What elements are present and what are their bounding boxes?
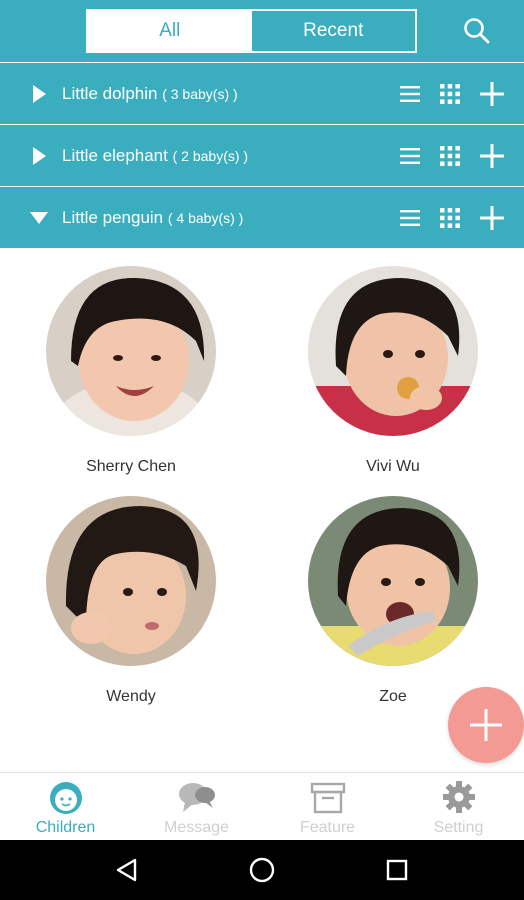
grid-icon	[440, 207, 460, 228]
bottom-navigation: Children Message Feature Setting	[0, 772, 524, 840]
baby-card[interactable]: Sherry Chen	[31, 266, 231, 476]
nav-label: Message	[164, 819, 229, 836]
group-label: Little penguin ( 4 baby(s) )	[62, 208, 243, 228]
nav-label: Children	[35, 819, 96, 836]
group-row-little-penguin[interactable]: Little penguin ( 4 baby(s) )	[0, 187, 524, 248]
back-icon	[117, 858, 137, 882]
plus-icon	[480, 81, 504, 106]
grid-view-button[interactable]	[438, 82, 462, 106]
grid-icon	[440, 83, 460, 104]
group-actions	[398, 204, 506, 232]
plus-icon	[480, 205, 504, 230]
home-button[interactable]	[242, 850, 282, 890]
system-navigation-bar	[0, 840, 524, 900]
list-view-button[interactable]	[398, 144, 422, 168]
collapse-arrow-icon[interactable]	[28, 207, 50, 229]
grid-icon	[440, 145, 460, 166]
baby-avatar	[308, 266, 478, 436]
grid-view-button[interactable]	[438, 206, 462, 230]
top-bar: All Recent	[0, 0, 524, 62]
baby-avatar	[46, 496, 216, 666]
grid-view-button[interactable]	[438, 144, 462, 168]
filter-all-tab[interactable]: All	[88, 11, 252, 51]
plus-icon	[480, 143, 504, 168]
group-name: Little elephant	[62, 145, 168, 165]
group-count: ( 3 baby(s) )	[162, 85, 238, 102]
baby-name: Wendy	[106, 688, 156, 705]
group-label: Little dolphin ( 3 baby(s) )	[62, 84, 238, 104]
nav-message[interactable]: Message	[131, 773, 262, 840]
plus-icon	[470, 709, 502, 741]
nav-label: Feature	[299, 819, 356, 836]
nav-setting[interactable]: Setting	[393, 773, 524, 840]
list-view-button[interactable]	[398, 206, 422, 230]
add-baby-button[interactable]	[478, 204, 506, 232]
filter-recent-tab[interactable]: Recent	[252, 11, 416, 51]
add-baby-button[interactable]	[478, 80, 506, 108]
nav-label: Setting	[433, 819, 484, 836]
list-view-button[interactable]	[398, 82, 422, 106]
baby-avatar	[46, 266, 216, 436]
add-fab-button[interactable]	[448, 687, 524, 763]
group-name: Little dolphin	[62, 83, 158, 103]
add-baby-button[interactable]	[478, 142, 506, 170]
nav-feature[interactable]: Feature	[262, 773, 393, 840]
group-count: ( 2 baby(s) )	[172, 147, 249, 164]
group-row-little-dolphin[interactable]: Little dolphin ( 3 baby(s) )	[0, 63, 524, 124]
baby-card[interactable]: Vivi Wu	[293, 266, 493, 476]
baby-grid: Sherry Chen Vivi Wu Wendy Zoe	[0, 249, 524, 771]
baby-card[interactable]: Wendy	[31, 496, 231, 706]
back-button[interactable]	[107, 850, 147, 890]
list-icon	[400, 85, 420, 102]
search-icon	[464, 18, 490, 44]
group-label: Little elephant ( 2 baby(s) )	[62, 146, 248, 166]
group-actions	[398, 80, 506, 108]
baby-card[interactable]: Zoe	[293, 496, 493, 706]
baby-avatar	[308, 496, 478, 666]
chat-bubbles-icon	[177, 779, 217, 815]
gear-icon	[439, 779, 479, 815]
recents-button[interactable]	[377, 850, 417, 890]
filter-segmented-control: All Recent	[86, 9, 417, 53]
expand-arrow-icon[interactable]	[28, 83, 50, 105]
list-icon	[400, 209, 420, 226]
expand-arrow-icon[interactable]	[28, 145, 50, 167]
group-actions	[398, 142, 506, 170]
list-icon	[400, 147, 420, 164]
child-face-icon	[46, 779, 86, 815]
baby-name: Sherry Chen	[86, 458, 176, 475]
baby-name: Zoe	[379, 688, 407, 705]
group-name: Little penguin	[62, 207, 164, 227]
search-button[interactable]	[460, 14, 494, 48]
nav-children[interactable]: Children	[0, 773, 131, 840]
archive-box-icon	[308, 779, 348, 815]
group-row-little-elephant[interactable]: Little elephant ( 2 baby(s) )	[0, 125, 524, 186]
home-icon	[249, 857, 275, 883]
recents-icon	[386, 859, 407, 881]
baby-name: Vivi Wu	[366, 458, 420, 475]
group-count: ( 4 baby(s) )	[167, 209, 244, 226]
